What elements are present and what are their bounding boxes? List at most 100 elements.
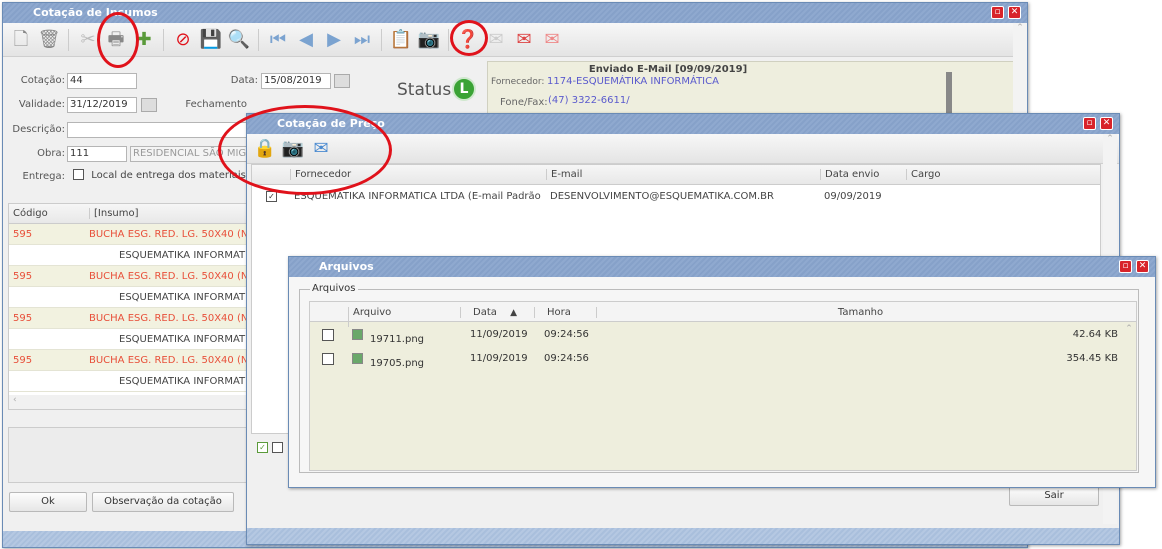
arquivos-title: Arquivos (319, 260, 374, 273)
status-label: Status (397, 80, 452, 100)
camera-icon[interactable]: 📷 (417, 28, 441, 52)
table-row[interactable]: ESQUEMÁTIKA INFORMÁT (9, 287, 257, 308)
fornecedor-value: 1174-ESQUEMÁTIKA INFORMÁTICA (547, 76, 719, 87)
previous-record-icon[interactable]: ◀ (294, 28, 318, 52)
restore-button[interactable]: ▫ (991, 6, 1004, 19)
arquivos-grid: Arquivo Data ▲ Hora Tamanho 19711.png 11/… (309, 301, 1137, 471)
obra-name-input: RESIDENCIAL SÃO MIG (130, 146, 248, 162)
search-icon[interactable]: 🔍 (227, 28, 251, 52)
toolbar-separator (258, 28, 259, 51)
col-tamanho[interactable]: Tamanho (596, 307, 1124, 318)
col-data[interactable]: Data ▲ (460, 307, 517, 318)
col-fornecedor[interactable]: Fornecedor (290, 169, 351, 180)
file-time: 09:24:56 (544, 329, 589, 340)
trash-icon[interactable]: 🗑 (37, 28, 61, 52)
cancel-icon[interactable]: ⊘ (171, 28, 195, 52)
col-cargo[interactable]: Cargo (906, 169, 941, 180)
table-row[interactable]: ESQUEMÁTIKA INFORMÁT (9, 329, 257, 350)
file-row[interactable]: 19711.png 11/09/2019 09:24:56 42.64 KB (310, 324, 1136, 348)
insumo-grid: Código [Insumo] 595 BUCHA ESG. RED. LG. 5… (8, 203, 258, 410)
preco-row-checkbox[interactable]: ✓ (266, 191, 277, 202)
preco-row-fornecedor: ESQUEMÁTIKA INFORMÁTICA LTDA (E-mail Pad… (294, 191, 541, 202)
mail-forward-icon[interactable]: ✉ (540, 28, 564, 52)
select-all-checkbox[interactable]: ✓ (257, 441, 268, 453)
file-checkbox[interactable] (322, 353, 334, 365)
report-icon[interactable]: 📋 (389, 28, 413, 52)
toolbar-separator (68, 28, 69, 51)
deselect-checkbox[interactable] (271, 441, 283, 453)
col-email[interactable]: E-mail (546, 169, 582, 180)
arquivos-titlebar: Arquivos ▫ ✕ (289, 257, 1155, 277)
arquivos-close-button[interactable]: ✕ (1136, 260, 1149, 273)
new-document-icon[interactable]: 🗋 (9, 28, 33, 52)
close-button[interactable]: ✕ (1008, 6, 1021, 19)
descricao-input[interactable] (67, 122, 247, 138)
validade-calendar-icon[interactable] (141, 98, 157, 112)
preco-row[interactable]: ✓ ESQUEMÁTIKA INFORMÁTICA LTDA (E-mail P… (252, 187, 1100, 207)
row-insumo: BUCHA ESG. RED. LG. 50X40 (N (89, 313, 249, 324)
table-row[interactable]: 595 BUCHA ESG. RED. LG. 50X40 (N (9, 350, 257, 371)
last-record-icon[interactable]: ⏭ (350, 28, 374, 52)
file-size: 354.45 KB (1066, 353, 1118, 364)
table-row[interactable]: ESQUEMÁTIKA INFORMÁT (9, 371, 257, 392)
table-row[interactable]: ESQUEMÁTIKA INFORMÁT (9, 245, 257, 266)
col-codigo[interactable]: Código (13, 208, 48, 219)
email-panel-scrollbar[interactable] (946, 72, 952, 118)
obra-code-input[interactable]: 111 (67, 146, 127, 162)
main-toolbar: 🗋 🗑 ✂ 🖶 ✚ ⊘ 💾 🔍 ⏮ ◀ ▶ ⏭ 📋 📷 ❓ ✉ ✉ ✉ (3, 23, 1027, 57)
fechamento-label: Fechamento (185, 99, 247, 110)
observacao-button[interactable]: Observação da cotação (92, 492, 234, 512)
preco-restore-button[interactable]: ▫ (1083, 117, 1096, 130)
file-size: 42.64 KB (1072, 329, 1118, 340)
data-input[interactable]: 15/08/2019 (261, 73, 331, 89)
preco-row-data-envio: 09/09/2019 (824, 191, 882, 202)
entrega-checkbox[interactable] (73, 169, 84, 180)
table-row[interactable]: 595 BUCHA ESG. RED. LG. 50X40 (N (9, 308, 257, 329)
mail-icon[interactable]: ✉ (309, 137, 333, 161)
preco-close-button[interactable]: ✕ (1100, 117, 1113, 130)
cotacao-input[interactable]: 44 (67, 73, 137, 89)
descricao-label: Descrição: (12, 124, 65, 135)
next-record-icon[interactable]: ▶ (322, 28, 346, 52)
mail-open-icon[interactable]: ✉ (484, 28, 508, 52)
col-data-envio[interactable]: Data envio (820, 169, 879, 180)
file-name[interactable]: 19705.png (370, 358, 424, 369)
fone-value: (47) 3322-6611/ (548, 95, 630, 106)
file-checkbox[interactable] (322, 329, 334, 341)
data-calendar-icon[interactable] (334, 74, 350, 88)
validade-input[interactable]: 31/12/2019 (67, 97, 137, 113)
first-record-icon[interactable]: ⏮ (266, 28, 290, 52)
save-icon[interactable]: 💾 (199, 28, 223, 52)
tools-icon[interactable]: ✂ (76, 28, 100, 52)
help-icon[interactable]: ❓ (456, 28, 480, 52)
email-panel: Enviado E-Mail [09/09/2019] Fornecedor: … (487, 61, 1015, 121)
camera-icon[interactable]: 📷 (281, 137, 305, 161)
col-insumo[interactable]: [Insumo] (89, 208, 139, 219)
add-item-icon[interactable]: ✚ (132, 28, 156, 52)
table-row[interactable]: 595 BUCHA ESG. RED. LG. 50X40 (N (9, 266, 257, 287)
sair-button[interactable]: Sair (1009, 486, 1099, 506)
col-hora[interactable]: Hora (534, 307, 571, 318)
preco-footer-checks: ✓ (257, 440, 283, 453)
printer-icon[interactable]: 🖶 (104, 28, 128, 52)
table-row[interactable]: 595 BUCHA ESG. RED. LG. 50X40 (N (9, 224, 257, 245)
ok-button[interactable]: Ok (9, 492, 87, 512)
image-file-icon (352, 353, 363, 364)
preco-statusbar (247, 528, 1119, 544)
file-row[interactable]: 19705.png 11/09/2019 09:24:56 354.45 KB (310, 348, 1136, 372)
lock-icon[interactable]: 🔒 (253, 137, 277, 161)
file-name[interactable]: 19711.png (370, 334, 424, 345)
preco-title: Cotação de Preço (277, 117, 385, 130)
arquivos-window: Arquivos ▫ ✕ Arquivos Arquivo Data ▲ Hor… (288, 256, 1156, 488)
status-badge: L (452, 77, 476, 101)
entrega-option[interactable]: Local de entrega dos materiais (C (73, 169, 260, 181)
col-data-label: Data (473, 307, 497, 318)
arquivos-restore-button[interactable]: ▫ (1119, 260, 1132, 273)
grid-header: Código [Insumo] (9, 204, 257, 224)
mail-send-icon[interactable]: ✉ (512, 28, 536, 52)
main-vscroll[interactable]: ⌃ (1013, 23, 1027, 123)
arquivos-vscroll[interactable]: ⌃ (1122, 324, 1136, 470)
grid-hscroll[interactable]: ‹ (9, 395, 257, 409)
entrega-text: Local de entrega dos materiais (C (91, 169, 260, 181)
email-panel-title: Enviado E-Mail [09/09/2019] (588, 64, 748, 75)
